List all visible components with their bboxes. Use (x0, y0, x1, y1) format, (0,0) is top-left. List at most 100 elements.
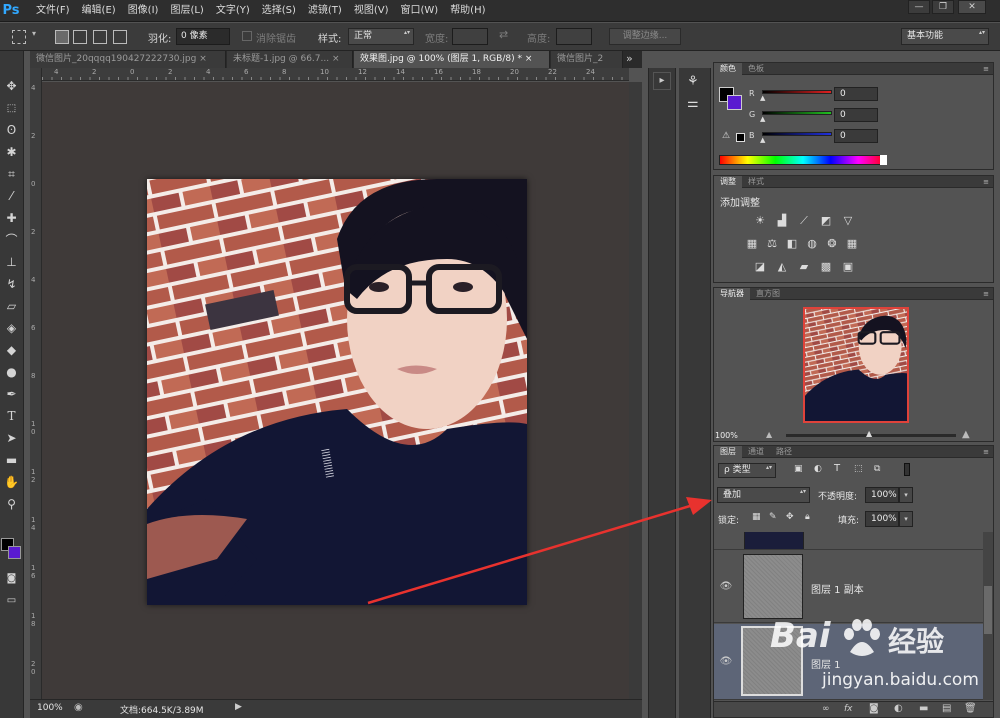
menu-window[interactable]: 窗口(W) (394, 0, 444, 22)
dodge-tool-icon[interactable]: ● (2, 363, 21, 382)
filter-type-icon[interactable]: T (834, 463, 840, 474)
gradient-map-icon[interactable]: ▩ (818, 260, 834, 274)
tabs-overflow-icon[interactable]: » (626, 52, 633, 65)
tab-doc-4[interactable]: 微信图片_2 (551, 51, 623, 68)
document-image[interactable]: ||||||||||| (147, 179, 527, 605)
zoom-out-icon[interactable]: ▲ (766, 430, 772, 439)
color-spectrum[interactable] (719, 155, 887, 165)
swap-icon[interactable]: ⇄ (499, 28, 508, 41)
eyedropper-icon[interactable]: ⁄ (2, 187, 21, 206)
status-expand-icon[interactable]: ▶ (235, 702, 242, 712)
tab-doc-active[interactable]: 效果图.jpg @ 100% (图层 1, RGB/8) * × (354, 51, 550, 68)
slider-handle-icon[interactable]: ▲ (760, 136, 765, 144)
lock-transparency-icon[interactable]: ▦ (752, 512, 761, 522)
menu-file[interactable]: 文件(F) (30, 0, 76, 22)
add-selection-icon[interactable] (73, 30, 87, 44)
intersect-selection-icon[interactable] (113, 30, 127, 44)
slider-handle-icon[interactable]: ▲ (866, 429, 872, 438)
lock-position-icon[interactable]: ✥ (786, 512, 794, 522)
workspace-select[interactable]: 基本功能 (901, 28, 989, 45)
close-icon[interactable]: × (525, 54, 533, 64)
collapse-icon[interactable]: ▸ (653, 72, 671, 90)
gamut-swatch[interactable] (736, 133, 745, 142)
close-icon[interactable]: × (332, 54, 340, 64)
menu-layer[interactable]: 图层(L) (164, 0, 209, 22)
width-input[interactable] (452, 28, 488, 45)
layer-filter-select[interactable]: ρ 类型 (718, 463, 776, 478)
marquee-tool-icon[interactable]: ⬚ (2, 99, 21, 118)
warning-icon[interactable]: ⚠ (722, 131, 730, 141)
move-tool-icon[interactable]: ✥ (2, 77, 21, 96)
rectangle-tool-icon[interactable]: ▬ (2, 451, 21, 470)
filter-shape-icon[interactable]: ⬚ (854, 464, 863, 474)
tab-styles[interactable]: 样式 (742, 176, 770, 188)
tab-histogram[interactable]: 直方图 (750, 288, 786, 300)
feather-input[interactable]: 0 像素 (176, 28, 230, 45)
hue-saturation-icon[interactable]: ▦ (744, 237, 760, 251)
panel-menu-icon[interactable]: ≡ (983, 176, 989, 188)
layer-row-top[interactable] (714, 532, 993, 550)
menu-help[interactable]: 帮助(H) (444, 0, 491, 22)
filter-pixel-icon[interactable]: ▣ (794, 464, 803, 474)
sliders-icon[interactable]: ⚌ (687, 96, 699, 111)
fill-dropdown-icon[interactable]: ▾ (899, 511, 913, 527)
magic-wand-icon[interactable]: ✱ (2, 143, 21, 162)
canvas-scrollbar[interactable] (629, 82, 642, 699)
zoom-level[interactable]: 100% (37, 703, 63, 713)
tab-adjustments[interactable]: 调整 (714, 176, 742, 188)
pen-tool-icon[interactable]: ✒ (2, 385, 21, 404)
panel-menu-icon[interactable]: ≡ (983, 446, 989, 458)
zoom-in-icon[interactable]: ▲ (962, 429, 970, 440)
subtract-selection-icon[interactable] (93, 30, 107, 44)
navigator-preview[interactable] (803, 307, 909, 423)
vibrance-icon[interactable]: ▽ (840, 214, 856, 228)
slider-handle-icon[interactable]: ▲ (760, 94, 765, 102)
lock-brush-icon[interactable]: ✎ (769, 512, 777, 522)
antialias-checkbox[interactable] (242, 31, 252, 41)
color-lookup-icon[interactable]: ▦ (844, 237, 860, 251)
restore-button[interactable]: ❐ (932, 0, 954, 14)
curves-icon[interactable]: ⟋ (796, 214, 812, 228)
blur-tool-icon[interactable]: ◆ (2, 341, 21, 360)
eraser-icon[interactable]: ▱ (2, 297, 21, 316)
green-slider[interactable] (762, 111, 832, 115)
height-input[interactable] (556, 28, 592, 45)
blue-value-input[interactable]: 0 (834, 129, 878, 143)
refine-edge-button[interactable]: 调整边缘... (609, 28, 681, 45)
menu-edit[interactable]: 编辑(E) (76, 0, 122, 22)
minimize-button[interactable]: — (908, 0, 930, 14)
invert-icon[interactable]: ◪ (752, 260, 768, 274)
threshold-icon[interactable]: ▰ (796, 260, 812, 274)
color-balance-icon[interactable]: ⚖ (764, 237, 780, 251)
black-white-icon[interactable]: ◧ (784, 237, 800, 251)
navigator-zoom[interactable]: 100% (715, 431, 738, 440)
brightness-icon[interactable]: ☀ (752, 214, 768, 228)
style-select[interactable]: 正常 (348, 28, 414, 45)
green-value-input[interactable]: 0 (834, 108, 878, 122)
tab-layers[interactable]: 图层 (714, 446, 742, 458)
posterize-icon[interactable]: ◭ (774, 260, 790, 274)
screen-mode-icon[interactable]: ▭ (2, 591, 21, 610)
exposure-icon[interactable]: ◩ (818, 214, 834, 228)
red-value-input[interactable]: 0 (834, 87, 878, 101)
filter-smart-object-icon[interactable]: ⧉ (874, 464, 880, 474)
panel-menu-icon[interactable]: ≡ (983, 288, 989, 300)
selective-color-icon[interactable]: ▣ (840, 260, 856, 274)
tab-navigator[interactable]: 导航器 (714, 288, 750, 300)
tab-channels[interactable]: 通道 (742, 446, 770, 458)
menu-view[interactable]: 视图(V) (348, 0, 395, 22)
zoom-tool-icon[interactable]: ⚲ (2, 495, 21, 514)
hand-tool-icon[interactable]: ✋ (2, 473, 21, 492)
blue-slider[interactable] (762, 132, 832, 136)
lock-all-icon[interactable]: 🔒︎ (805, 512, 810, 522)
quick-mask-icon[interactable]: ◙ (2, 569, 21, 588)
brush-presets-icon[interactable]: ⚘ (687, 74, 699, 89)
menu-type[interactable]: 文字(Y) (210, 0, 256, 22)
eye-icon[interactable]: 👁︎ (719, 581, 733, 593)
background-color-swatch[interactable] (8, 546, 21, 559)
path-selection-icon[interactable]: ➤ (2, 429, 21, 448)
filter-toggle[interactable] (904, 463, 910, 476)
channel-mixer-icon[interactable]: ❂ (824, 237, 840, 251)
lasso-tool-icon[interactable]: ʘ (2, 121, 21, 140)
menu-select[interactable]: 选择(S) (256, 0, 302, 22)
